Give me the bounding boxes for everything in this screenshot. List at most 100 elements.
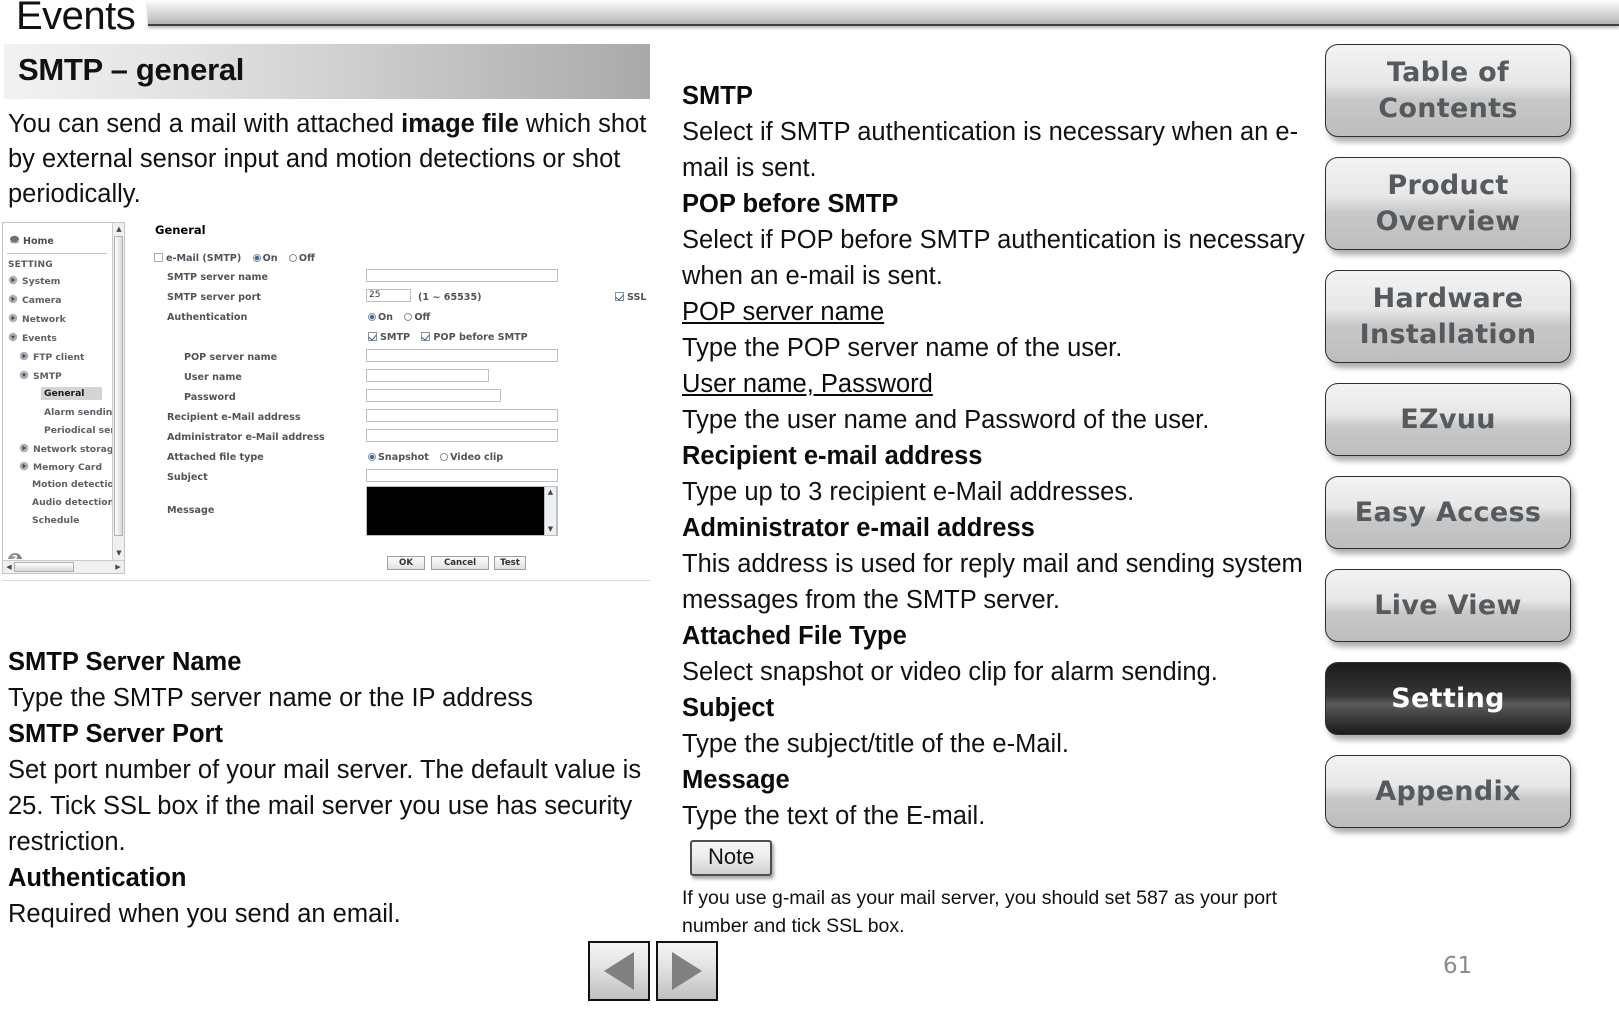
ssl-checkbox[interactable] bbox=[615, 292, 624, 301]
sidebar-label: Events bbox=[22, 333, 57, 344]
term-message: Message bbox=[682, 766, 790, 794]
test-button[interactable]: Test bbox=[494, 556, 526, 570]
video-clip-radio[interactable] bbox=[440, 453, 449, 461]
nav-button-table-of-contents[interactable]: Table of Contents bbox=[1325, 44, 1571, 137]
email-off-radio[interactable] bbox=[288, 254, 297, 262]
form-title: General bbox=[155, 223, 206, 237]
sidebar-item-schedule[interactable]: Schedule bbox=[32, 515, 79, 526]
sidebar-horizontal-scrollbar[interactable]: ◀ ▶ bbox=[3, 560, 124, 573]
scroll-up-icon[interactable]: ▲ bbox=[545, 487, 556, 498]
sidebar-item-smtp[interactable]: SMTP bbox=[19, 370, 62, 382]
help-icon[interactable]: ? bbox=[8, 553, 22, 559]
page-navigation bbox=[588, 941, 718, 1001]
scroll-down-icon[interactable]: ▼ bbox=[114, 548, 124, 559]
nav-button-ezvuu[interactable]: EZvuu bbox=[1325, 383, 1571, 456]
password-input[interactable] bbox=[366, 389, 501, 402]
previous-page-button[interactable] bbox=[588, 941, 650, 1001]
message-textarea[interactable] bbox=[366, 486, 558, 536]
chevron-right-icon bbox=[19, 461, 30, 471]
note-text: If you use g-mail as your mail server, y… bbox=[682, 887, 1278, 937]
triangle-left-icon bbox=[604, 952, 634, 990]
scroll-up-icon[interactable]: ▲ bbox=[114, 224, 124, 235]
user-name-input[interactable] bbox=[366, 369, 489, 382]
term-authentication: Authentication bbox=[8, 864, 187, 892]
recipient-email-input[interactable] bbox=[366, 409, 558, 422]
left-definition-list: SMTP Server Name Type the SMTP server na… bbox=[8, 644, 656, 932]
scrollbar-thumb[interactable] bbox=[114, 236, 123, 536]
email-on-radio[interactable] bbox=[252, 254, 261, 262]
pop-server-name-input[interactable] bbox=[366, 349, 558, 362]
note-badge: Note bbox=[690, 840, 773, 876]
nav-label-line2: Installation bbox=[1359, 318, 1537, 350]
term-pop-before-smtp: POP before SMTP bbox=[682, 190, 899, 218]
nav-label: Live View bbox=[1374, 589, 1522, 621]
term-pop-server-name: POP server name bbox=[682, 298, 885, 326]
sidebar-item-network-storage[interactable]: Network storage bbox=[19, 443, 112, 455]
sidebar-item-audio-detection[interactable]: Audio detection bbox=[32, 497, 112, 508]
nav-button-setting[interactable]: Setting bbox=[1325, 662, 1571, 735]
nav-label-line1: Product bbox=[1387, 169, 1509, 201]
desc-authentication: Required when you send an email. bbox=[8, 900, 401, 928]
desc-pop-server-name: Type the POP server name of the user. bbox=[682, 334, 1123, 362]
sidebar-label: Network storage bbox=[33, 444, 112, 455]
message-scrollbar[interactable]: ▲ ▼ bbox=[544, 486, 557, 536]
sidebar-item-periodical-send[interactable]: Periodical send bbox=[44, 425, 112, 436]
expand-checkbox[interactable] bbox=[154, 253, 163, 262]
nav-button-easy-access[interactable]: Easy Access bbox=[1325, 476, 1571, 549]
ok-button[interactable]: OK bbox=[387, 556, 425, 570]
subject-input[interactable] bbox=[366, 469, 558, 482]
term-smtp-server-name: SMTP Server Name bbox=[8, 648, 242, 676]
label-pop-server-name: POP server name bbox=[184, 352, 278, 363]
sidebar-item-network[interactable]: Network bbox=[8, 313, 66, 325]
sidebar-item-motion-detection[interactable]: Motion detection bbox=[32, 479, 112, 490]
smtp-server-port-input[interactable]: 25 bbox=[366, 289, 411, 302]
term-pop-server-name-wrap: POP server name bbox=[682, 294, 1322, 330]
nav-button-hardware-installation[interactable]: Hardware Installation bbox=[1325, 270, 1571, 363]
ssl-control: SSL bbox=[615, 292, 647, 303]
snapshot-label: Snapshot bbox=[378, 452, 429, 463]
nav-label: Appendix bbox=[1375, 775, 1521, 807]
sidebar-home-label: Home bbox=[23, 236, 54, 247]
page-number: 61 bbox=[1443, 953, 1473, 979]
term-smtp-server-port: SMTP Server Port bbox=[8, 720, 223, 748]
snapshot-radio[interactable] bbox=[368, 453, 376, 461]
next-page-button[interactable] bbox=[656, 941, 718, 1001]
desc-pop-before-smtp: Select if POP before SMTP authentication… bbox=[682, 226, 1305, 290]
sidebar-item-system[interactable]: System bbox=[8, 275, 60, 287]
term-subject: Subject bbox=[682, 694, 775, 722]
auth-off-radio[interactable] bbox=[404, 313, 413, 321]
sidebar-vertical-scrollbar[interactable]: ▲ ▼ bbox=[112, 223, 124, 560]
authentication-checkboxes: SMTP POP before SMTP bbox=[368, 332, 528, 343]
auth-pop-before-smtp-checkbox[interactable] bbox=[421, 332, 431, 341]
smtp-server-name-input[interactable] bbox=[366, 269, 558, 282]
sidebar-item-ftp-client[interactable]: FTP client bbox=[19, 351, 84, 363]
auth-smtp-checkbox[interactable] bbox=[368, 332, 377, 341]
administrator-email-input[interactable] bbox=[366, 429, 558, 442]
desc-recipient-email-address: Type up to 3 recipient e-Mail addresses. bbox=[682, 478, 1135, 506]
scroll-right-icon[interactable]: ▶ bbox=[113, 562, 123, 572]
hscrollbar-thumb[interactable] bbox=[14, 562, 74, 572]
sidebar-item-memory-card[interactable]: Memory Card bbox=[19, 461, 102, 473]
sidebar-item-camera[interactable]: Camera bbox=[8, 294, 61, 306]
nav-button-appendix[interactable]: Appendix bbox=[1325, 755, 1571, 828]
chevron-right-icon bbox=[8, 313, 19, 323]
video-clip-label: Video clip bbox=[450, 452, 504, 463]
label-smtp-server-name: SMTP server name bbox=[167, 272, 268, 283]
sidebar-item-home[interactable]: Home bbox=[9, 235, 54, 247]
nav-button-live-view[interactable]: Live View bbox=[1325, 569, 1571, 642]
nav-label-line2: Contents bbox=[1378, 92, 1518, 124]
nav-label-line1: Table of bbox=[1386, 56, 1510, 88]
auth-on-radio[interactable] bbox=[368, 313, 376, 321]
cancel-button[interactable]: Cancel bbox=[431, 556, 489, 570]
sidebar-label: Alarm sending bbox=[44, 407, 112, 418]
scroll-left-icon[interactable]: ◀ bbox=[4, 562, 14, 572]
nav-button-product-overview[interactable]: Product Overview bbox=[1325, 157, 1571, 250]
sidebar-item-general[interactable]: General bbox=[41, 387, 103, 400]
scroll-down-icon[interactable]: ▼ bbox=[545, 524, 556, 535]
term-recipient-email-address: Recipient e-mail address bbox=[682, 442, 983, 470]
sidebar-item-events[interactable]: Events bbox=[8, 332, 57, 344]
sidebar-label: Periodical send bbox=[44, 425, 112, 436]
desc-user-name-password: Type the user name and Password of the u… bbox=[682, 406, 1210, 434]
sidebar-item-alarm-sending[interactable]: Alarm sending bbox=[44, 407, 112, 418]
section-title-bar: SMTP – general bbox=[4, 44, 650, 99]
